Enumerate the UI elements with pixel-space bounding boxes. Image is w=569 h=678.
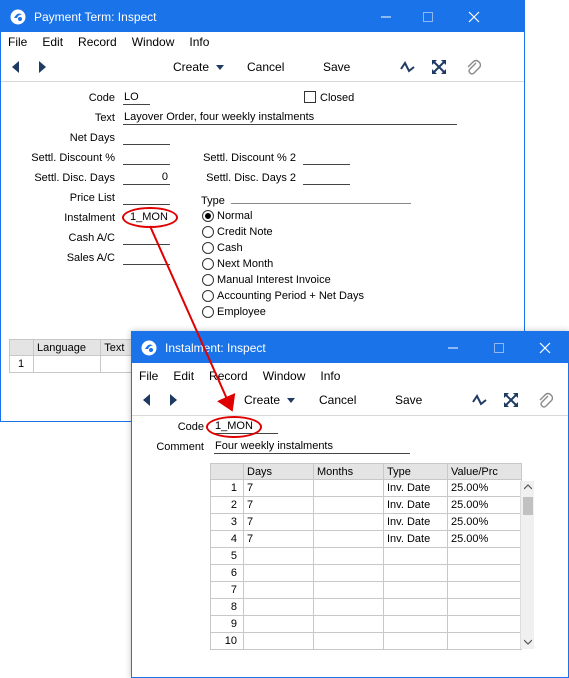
arrow-annotation	[149, 225, 236, 412]
